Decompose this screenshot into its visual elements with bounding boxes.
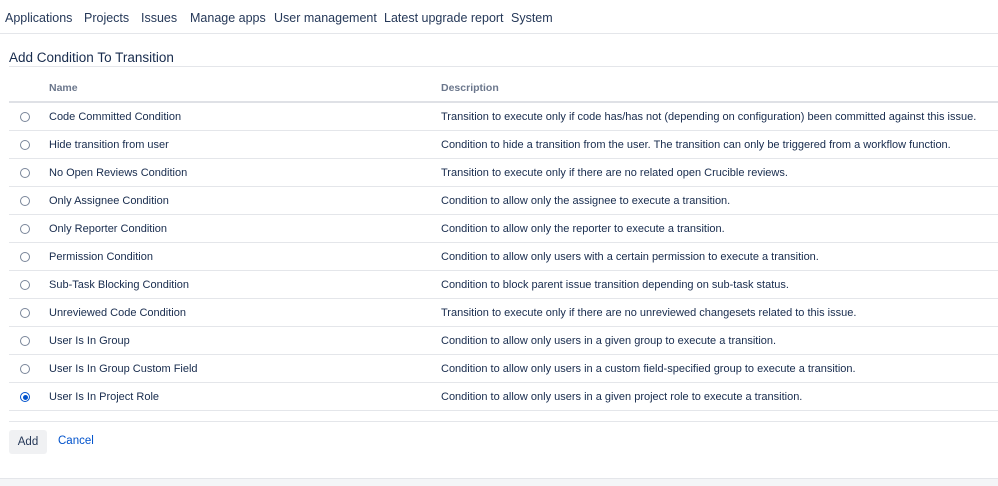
condition-description: Condition to allow only users in a custo… [441, 363, 856, 375]
table-row[interactable]: Permission Condition Condition to allow … [9, 243, 998, 271]
condition-radio[interactable] [20, 140, 30, 150]
condition-radio[interactable] [20, 168, 30, 178]
condition-description: Transition to execute only if there are … [441, 167, 788, 179]
actions-divider [9, 421, 998, 422]
condition-radio[interactable] [20, 224, 30, 234]
condition-description: Condition to allow only users in a given… [441, 335, 777, 347]
condition-description: Transition to execute only if code has/h… [441, 111, 977, 123]
condition-name: Unreviewed Code Condition [49, 307, 186, 319]
condition-name: Only Assignee Condition [49, 195, 169, 207]
nav-applications[interactable]: Applications [5, 11, 72, 25]
table-row[interactable]: No Open Reviews Condition Transition to … [9, 159, 998, 187]
condition-description: Condition to allow only users with a cer… [441, 251, 819, 263]
table-row[interactable]: User Is In Project Role Condition to all… [9, 383, 998, 411]
condition-name: User Is In Group [49, 335, 130, 347]
condition-name: User Is In Project Role [49, 391, 160, 403]
nav-manage-apps[interactable]: Manage apps [190, 11, 266, 25]
condition-radio[interactable] [20, 308, 30, 318]
condition-description: Condition to allow only the reporter to … [441, 223, 725, 235]
condition-radio[interactable] [20, 280, 30, 290]
table-row[interactable]: Code Committed Condition Transition to e… [9, 103, 998, 131]
add-button[interactable]: Add [9, 430, 47, 454]
table-row[interactable]: Only Reporter Condition Condition to all… [9, 215, 998, 243]
cancel-link[interactable]: Cancel [58, 435, 94, 447]
condition-name: Only Reporter Condition [49, 223, 168, 235]
condition-name: No Open Reviews Condition [49, 167, 188, 179]
condition-radio[interactable] [20, 112, 30, 122]
table-row[interactable]: Sub-Task Blocking Condition Condition to… [9, 271, 998, 299]
condition-description: Transition to execute only if there are … [441, 307, 857, 319]
condition-description: Condition to allow only users in a given… [441, 391, 803, 403]
column-header-description: Description [441, 82, 499, 94]
page-title: Add Condition To Transition [9, 50, 174, 65]
top-navigation: Applications Projects Issues Manage apps… [0, 0, 998, 34]
nav-projects[interactable]: Projects [84, 11, 129, 25]
nav-latest-upgrade-report[interactable]: Latest upgrade report [384, 11, 504, 25]
table-row[interactable]: User Is In Group Custom Field Condition … [9, 355, 998, 383]
condition-radio[interactable] [20, 196, 30, 206]
title-divider [9, 66, 998, 67]
condition-name: Sub-Task Blocking Condition [49, 279, 190, 291]
footer-band [0, 478, 998, 486]
condition-radio[interactable] [20, 364, 30, 374]
column-header-name: Name [49, 82, 78, 94]
condition-name: Hide transition from user [49, 139, 169, 151]
nav-issues[interactable]: Issues [141, 11, 177, 25]
condition-name: User Is In Group Custom Field [49, 363, 198, 375]
condition-description: Condition to allow only the assignee to … [441, 195, 731, 207]
table-row[interactable]: Hide transition from user Condition to h… [9, 131, 998, 159]
nav-user-management[interactable]: User management [274, 11, 377, 25]
condition-name: Code Committed Condition [49, 111, 182, 123]
condition-name: Permission Condition [49, 251, 153, 263]
condition-radio[interactable] [20, 392, 30, 402]
table-row[interactable]: User Is In Group Condition to allow only… [9, 327, 998, 355]
condition-radio[interactable] [20, 336, 30, 346]
condition-description: Condition to hide a transition from the … [441, 139, 951, 151]
condition-description: Condition to block parent issue transiti… [441, 279, 789, 291]
condition-radio[interactable] [20, 252, 30, 262]
nav-system[interactable]: System [511, 11, 553, 25]
table-row[interactable]: Only Assignee Condition Condition to all… [9, 187, 998, 215]
table-row[interactable]: Unreviewed Code Condition Transition to … [9, 299, 998, 327]
